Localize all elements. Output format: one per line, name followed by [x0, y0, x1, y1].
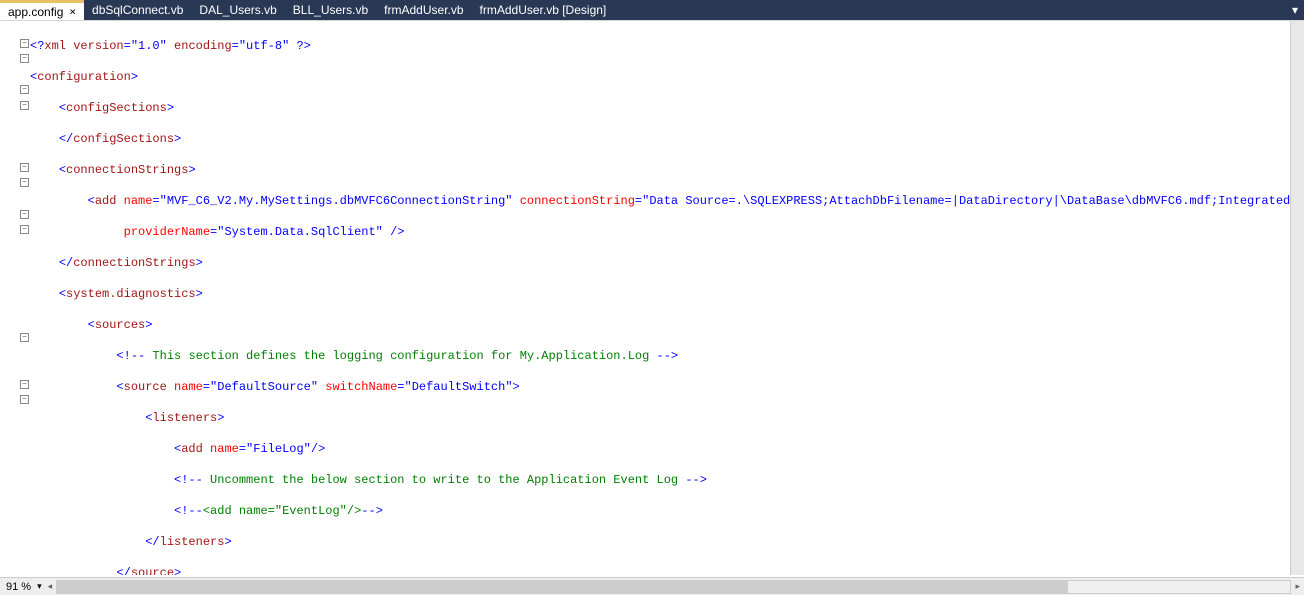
- tab-label: DAL_Users.vb: [199, 3, 276, 17]
- tab-label: app.config: [8, 5, 63, 19]
- tab-app-config[interactable]: app.config ×: [0, 0, 84, 20]
- zoom-dropdown-icon[interactable]: ▾: [37, 581, 42, 592]
- horizontal-scrollbar[interactable]: [56, 580, 1291, 594]
- tab-bll-users[interactable]: BLL_Users.vb: [285, 0, 376, 20]
- tab-label: frmAddUser.vb [Design]: [480, 3, 607, 17]
- outline-gutter: − − − − − − − − − − −: [0, 21, 30, 575]
- tab-frmadduser-design[interactable]: frmAddUser.vb [Design]: [472, 0, 615, 20]
- chevron-down-icon: ▾: [1292, 3, 1298, 17]
- code-content[interactable]: <?xml version="1.0" encoding="utf-8" ?> …: [30, 21, 1290, 575]
- fold-toggle[interactable]: −: [20, 39, 29, 48]
- tab-label: frmAddUser.vb: [384, 3, 463, 17]
- tab-overflow-dropdown[interactable]: ▾: [1286, 0, 1304, 20]
- tab-label: dbSqlConnect.vb: [92, 3, 183, 17]
- code-editor[interactable]: − − − − − − − − − − − <?xml version="1.0…: [0, 20, 1304, 575]
- zoom-level[interactable]: 91 %: [0, 581, 37, 593]
- fold-toggle[interactable]: −: [20, 85, 29, 94]
- scrollbar-thumb[interactable]: [57, 581, 1068, 593]
- fold-toggle[interactable]: −: [20, 380, 29, 389]
- tab-label: BLL_Users.vb: [293, 3, 368, 17]
- close-icon[interactable]: ×: [69, 5, 76, 18]
- document-tab-bar: app.config × dbSqlConnect.vb DAL_Users.v…: [0, 0, 1304, 20]
- fold-toggle[interactable]: −: [20, 225, 29, 234]
- fold-toggle[interactable]: −: [20, 210, 29, 219]
- tab-dal-users[interactable]: DAL_Users.vb: [191, 0, 284, 20]
- tab-dbsqlconnect[interactable]: dbSqlConnect.vb: [84, 0, 191, 20]
- scroll-left-icon[interactable]: ◂: [48, 581, 53, 592]
- fold-toggle[interactable]: −: [20, 178, 29, 187]
- status-bar: 91 % ▾ ◂ ▸: [0, 577, 1304, 595]
- fold-toggle[interactable]: −: [20, 395, 29, 404]
- fold-toggle[interactable]: −: [20, 163, 29, 172]
- fold-toggle[interactable]: −: [20, 333, 29, 342]
- fold-toggle[interactable]: −: [20, 54, 29, 63]
- vertical-scrollbar[interactable]: [1290, 21, 1304, 575]
- fold-toggle[interactable]: −: [20, 101, 29, 110]
- tab-frmadduser[interactable]: frmAddUser.vb: [376, 0, 471, 20]
- scroll-right-icon[interactable]: ▸: [1295, 581, 1300, 592]
